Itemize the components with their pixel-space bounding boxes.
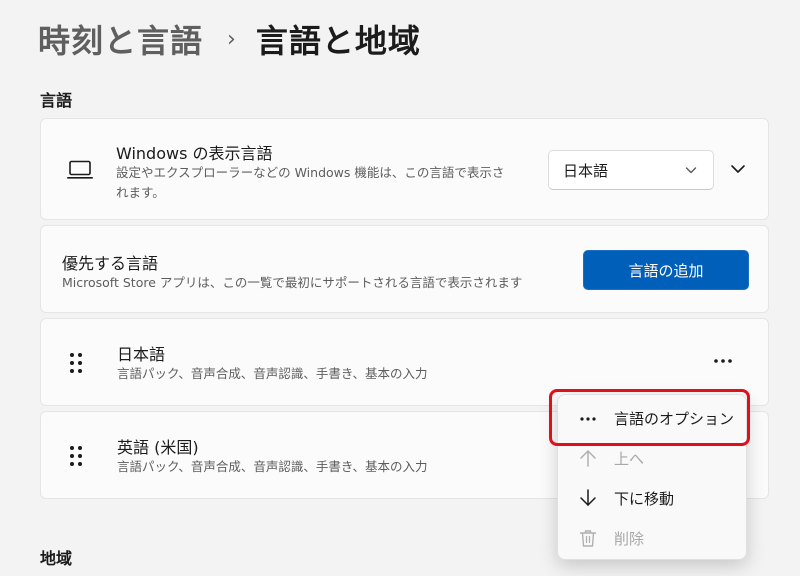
language-context-menu: 言語のオプション 上へ 下に移動 削除 [557, 394, 747, 560]
breadcrumb: 時刻と言語 › 言語と地域 [38, 14, 421, 64]
menu-item-remove: 削除 [558, 519, 748, 557]
drag-handle-icon[interactable] [69, 445, 83, 467]
section-label-region: 地域 [40, 549, 73, 568]
breadcrumb-separator-icon: › [227, 26, 236, 52]
display-language-card[interactable]: Windows の表示言語 設定やエクスプローラーなどの Windows 機能は… [40, 118, 769, 220]
trash-icon [579, 530, 597, 547]
drag-handle-icon[interactable] [69, 352, 83, 374]
page-title: 言語と地域 [255, 22, 421, 60]
language-name: 日本語 [117, 345, 166, 364]
menu-item-label: 削除 [614, 529, 645, 548]
language-item-japanese[interactable]: 日本語 言語パック、音声合成、音声認識、手書き、基本の入力 [40, 318, 769, 406]
menu-item-language-options[interactable]: 言語のオプション [558, 399, 748, 437]
display-language-dropdown[interactable]: 日本語 [548, 150, 714, 190]
menu-item-move-down[interactable]: 下に移動 [558, 479, 748, 517]
arrow-down-icon [580, 489, 596, 506]
menu-item-label: 上へ [614, 449, 645, 468]
display-language-description: 設定やエクスプローラーなどの Windows 機能は、この言語で表示さ れます。 [116, 165, 505, 200]
language-features: 言語パック、音声合成、音声認識、手書き、基本の入力 [117, 459, 428, 474]
preferred-languages-title: 優先する言語 [62, 254, 159, 273]
display-language-title: Windows の表示言語 [116, 144, 273, 163]
dropdown-selected-value: 日本語 [563, 161, 609, 180]
menu-item-label: 言語のオプション [614, 409, 735, 428]
expand-chevron-icon[interactable] [730, 163, 746, 175]
more-options-icon [580, 417, 596, 421]
language-name: 英語 (米国) [117, 438, 199, 457]
arrow-up-icon [580, 450, 596, 467]
preferred-languages-description: Microsoft Store アプリは、この一覧で最初にサポートされる言語で表… [62, 275, 523, 290]
breadcrumb-parent[interactable]: 時刻と言語 [38, 16, 203, 62]
menu-item-label: 下に移動 [614, 489, 675, 508]
language-features: 言語パック、音声合成、音声認識、手書き、基本の入力 [117, 366, 428, 381]
preferred-languages-card: 優先する言語 Microsoft Store アプリは、この一覧で最初にサポート… [40, 225, 769, 313]
more-options-icon[interactable] [709, 349, 737, 369]
section-label-language: 言語 [40, 91, 73, 110]
monitor-icon [67, 160, 93, 179]
menu-item-move-up: 上へ [558, 439, 748, 477]
chevron-down-icon [685, 167, 697, 174]
add-language-button[interactable]: 言語の追加 [583, 250, 749, 290]
